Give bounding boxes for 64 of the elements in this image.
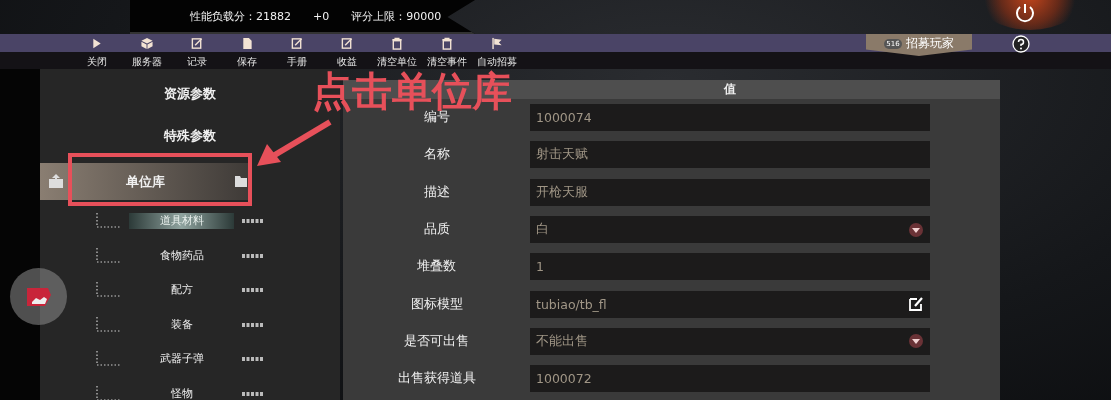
score-delta: +0 (313, 9, 330, 23)
input-field[interactable]: 开枪天服 (530, 178, 930, 206)
play-icon (90, 37, 104, 50)
cube-icon (140, 37, 154, 50)
score-limit: 评分上限：90000 (351, 8, 442, 24)
trash-icon (390, 37, 404, 50)
toolbar-button[interactable]: 关闭 (72, 34, 122, 69)
input-field[interactable]: 1 (530, 253, 930, 281)
sidebar-item[interactable]: 资源参数 (164, 73, 216, 115)
sidebar-item[interactable]: 特殊参数 (164, 115, 216, 157)
tree-connector-icon (95, 385, 121, 400)
tree-connector-icon (95, 282, 121, 299)
dropdown-caret-icon[interactable] (908, 221, 924, 238)
note-edit-icon (340, 37, 354, 50)
input-field[interactable]: 射击天赋 (530, 141, 930, 169)
dropdown-field[interactable]: 不能出售 (530, 327, 930, 355)
sidebar-item[interactable]: 单位库 (40, 163, 250, 200)
dropdown-field[interactable]: 白 (530, 216, 930, 244)
sidebar-subitem[interactable]: 装备 (129, 316, 234, 333)
property-label: 品质 (422, 221, 451, 239)
tree-connector-icon (95, 316, 121, 333)
toolbar-button[interactable]: 收益 (322, 34, 372, 69)
floating-button[interactable] (10, 268, 67, 325)
sidebar-subitem[interactable]: 食物药品 (129, 247, 234, 264)
power-icon[interactable] (1014, 2, 1036, 24)
tree-connector-icon (95, 247, 121, 264)
sidebar-subitem[interactable]: 配方 (129, 282, 234, 299)
input-field[interactable]: tubiao/tb_fl (530, 290, 930, 318)
note-edit-icon (190, 37, 204, 50)
property-label: 堆叠数 (416, 258, 457, 276)
dots-icon (242, 357, 264, 362)
property-label: 描述 (422, 183, 451, 201)
dots-icon (242, 219, 264, 224)
toolbar-button[interactable]: 手册 (272, 34, 322, 69)
toolbar-button[interactable]: 保存 (222, 34, 272, 69)
help-icon[interactable] (1012, 35, 1030, 53)
flag-icon (490, 37, 504, 50)
input-field[interactable]: 1000074 (530, 104, 930, 132)
property-label: 出售获得道具 (396, 370, 477, 388)
toolbar-button[interactable]: 清空事件 (422, 34, 472, 69)
toolbar-button[interactable]: 清空单位 (372, 34, 422, 69)
dots-icon (242, 288, 264, 293)
dots-icon (242, 322, 264, 327)
toolbar-button[interactable]: 记录 (172, 34, 222, 69)
toolbar-button[interactable]: 服务器 (122, 34, 172, 69)
dropdown-caret-icon[interactable] (908, 333, 924, 350)
property-label: 是否可出售 (403, 332, 470, 350)
tree-connector-icon (95, 213, 121, 230)
tree-connector-icon (95, 351, 121, 368)
property-label: 名称 (422, 146, 451, 164)
sidebar-subitem[interactable]: 武器子弹 (129, 351, 234, 368)
dots-icon (242, 391, 264, 396)
folder-upload-icon (48, 173, 64, 189)
property-label: 图标模型 (409, 295, 464, 313)
load-score: 性能负载分：21882 (190, 8, 291, 24)
trash-icon (440, 37, 454, 50)
document-icon (240, 37, 254, 50)
dots-icon (242, 253, 264, 258)
column-header: 值 (722, 81, 737, 98)
toolbar-button[interactable]: 自动招募 (472, 34, 522, 69)
sidebar-subitem[interactable]: 怪物 (129, 385, 234, 400)
note-edit-icon (290, 37, 304, 50)
edit-icon[interactable] (908, 296, 924, 313)
input-field[interactable]: 1000072 (530, 365, 930, 393)
